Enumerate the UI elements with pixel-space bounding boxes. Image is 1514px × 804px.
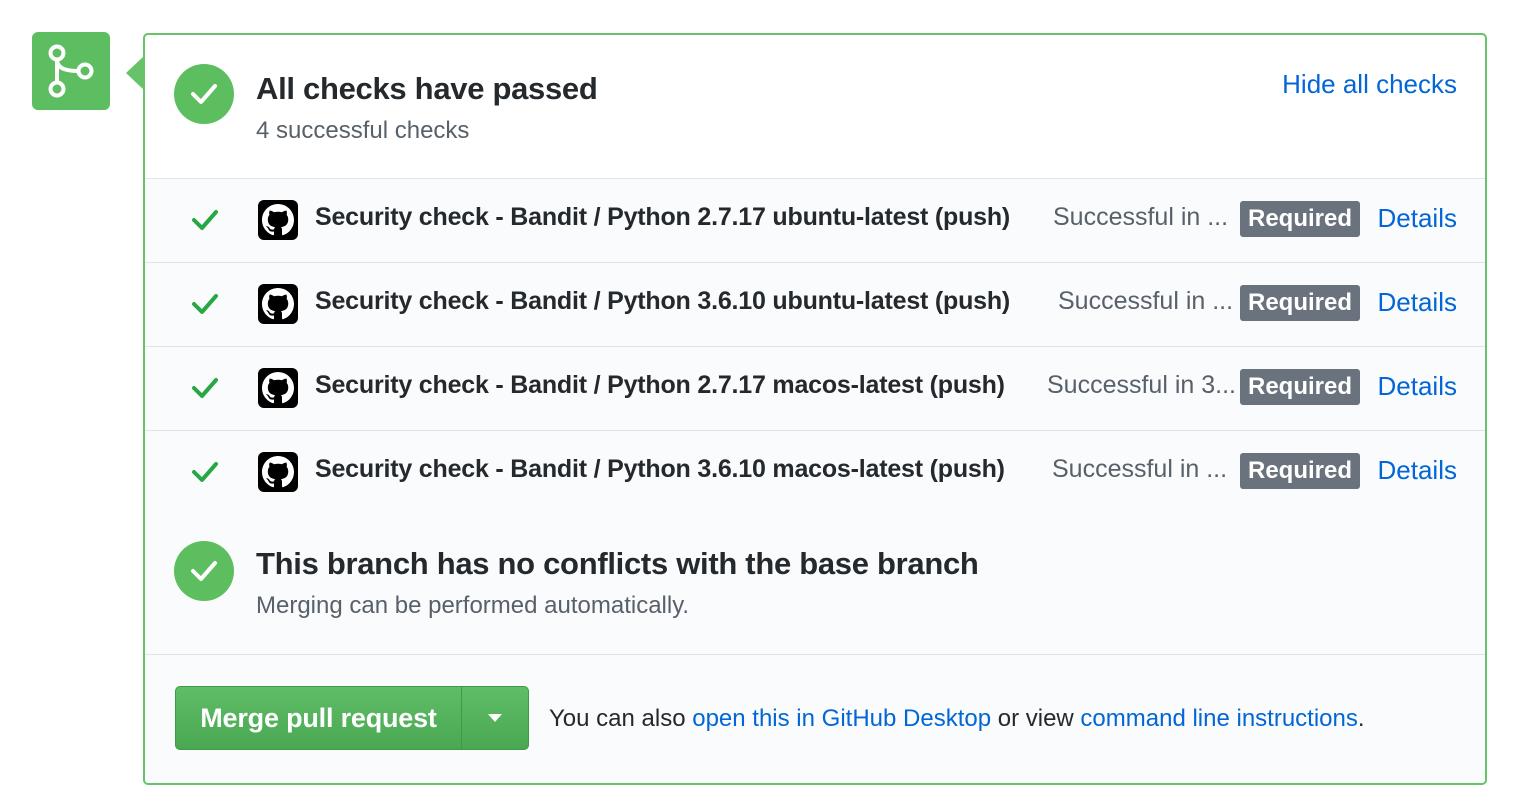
checks-subtitle: 4 successful checks bbox=[256, 117, 470, 144]
required-badge: Required bbox=[1240, 201, 1361, 237]
triangle-down-icon bbox=[488, 714, 502, 722]
github-logo-icon bbox=[258, 284, 298, 324]
hide-all-checks-link[interactable]: Hide all checks bbox=[1282, 69, 1457, 100]
required-badge: Required bbox=[1240, 285, 1361, 321]
check-circle-icon bbox=[174, 541, 234, 601]
check-icon bbox=[192, 378, 218, 398]
merge-status-panel: All checks have passed 4 successful chec… bbox=[143, 33, 1487, 785]
github-logo-icon bbox=[258, 200, 298, 240]
check-row: Security check - Bandit / Python 3.6.10 … bbox=[145, 431, 1485, 514]
check-circle-icon bbox=[174, 64, 234, 124]
hint-middle: or view bbox=[991, 705, 1081, 732]
check-name: Security check - Bandit / Python 2.7.17 … bbox=[315, 371, 1005, 399]
merge-actions: Merge pull request You can also open thi… bbox=[145, 654, 1485, 783]
panel-pointer bbox=[126, 56, 144, 90]
check-status: Successful in 3... bbox=[1047, 371, 1236, 399]
merge-options-dropdown[interactable] bbox=[461, 687, 528, 749]
details-link[interactable]: Details bbox=[1378, 287, 1457, 318]
hint-suffix: . bbox=[1357, 705, 1365, 732]
check-icon bbox=[192, 462, 218, 482]
details-link[interactable]: Details bbox=[1378, 455, 1457, 486]
git-merge-icon bbox=[32, 32, 110, 110]
checks-summary: All checks have passed 4 successful chec… bbox=[145, 35, 1485, 178]
check-status: Successful in ... bbox=[1053, 203, 1229, 231]
check-status: Successful in ... bbox=[1058, 287, 1234, 315]
check-status: Successful in ... bbox=[1052, 455, 1228, 483]
check-row: Security check - Bandit / Python 3.6.10 … bbox=[145, 263, 1485, 347]
check-name: Security check - Bandit / Python 2.7.17 … bbox=[315, 203, 1011, 231]
checks-title: All checks have passed bbox=[256, 71, 598, 106]
merge-hint: You can also open this in GitHub Desktop… bbox=[549, 705, 1365, 733]
details-link[interactable]: Details bbox=[1378, 203, 1457, 234]
conflicts-section: This branch has no conflicts with the ba… bbox=[145, 512, 1485, 654]
check-icon bbox=[192, 210, 218, 230]
hint-prefix: You can also bbox=[549, 705, 693, 732]
command-line-instructions-link[interactable]: command line instructions bbox=[1080, 705, 1357, 732]
details-link[interactable]: Details bbox=[1378, 371, 1457, 402]
merge-pull-request-button[interactable]: Merge pull request bbox=[176, 687, 461, 749]
check-icon bbox=[192, 294, 218, 314]
github-logo-icon bbox=[258, 452, 298, 492]
github-logo-icon bbox=[258, 368, 298, 408]
conflicts-title: This branch has no conflicts with the ba… bbox=[256, 546, 979, 581]
check-row: Security check - Bandit / Python 2.7.17 … bbox=[145, 347, 1485, 431]
check-name: Security check - Bandit / Python 3.6.10 … bbox=[315, 455, 1005, 483]
required-badge: Required bbox=[1240, 369, 1361, 405]
merge-button-group: Merge pull request bbox=[175, 686, 529, 750]
check-name: Security check - Bandit / Python 3.6.10 … bbox=[315, 287, 1011, 315]
required-badge: Required bbox=[1240, 453, 1361, 489]
checks-list: Security check - Bandit / Python 2.7.17 … bbox=[145, 178, 1485, 514]
check-row: Security check - Bandit / Python 2.7.17 … bbox=[145, 179, 1485, 263]
open-in-desktop-link[interactable]: open this in GitHub Desktop bbox=[692, 705, 991, 732]
conflicts-subtitle: Merging can be performed automatically. bbox=[256, 592, 690, 619]
